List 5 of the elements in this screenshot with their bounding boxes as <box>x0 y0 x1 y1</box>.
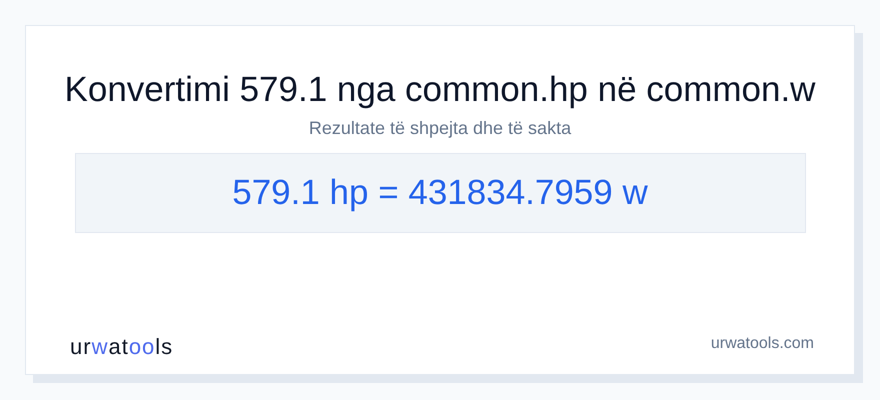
subtitle: Rezultate të shpejta dhe të sakta <box>308 117 572 140</box>
site-link[interactable]: urwatools.com <box>710 333 814 355</box>
result-text: 579.1 hp = 431834.7959 w <box>232 172 648 214</box>
page-title: Konvertimi 579.1 nga common.hp në common.w <box>64 70 816 110</box>
logo: urwatools <box>70 334 174 360</box>
